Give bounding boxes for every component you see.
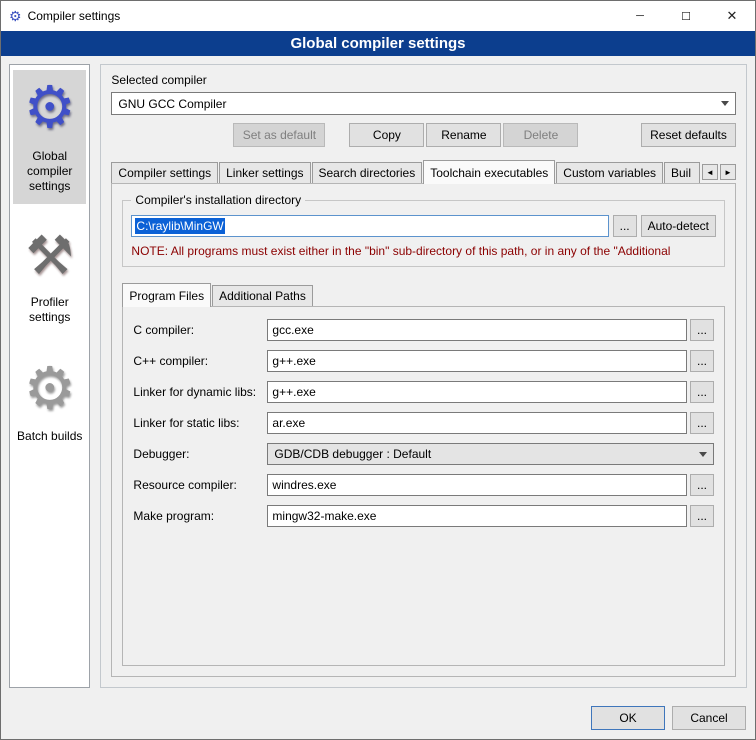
set-as-default-button[interactable]: Set as default	[233, 123, 325, 147]
window-title: Compiler settings	[28, 9, 121, 23]
dialog-content: ⚙ Global compiler settings ⚒ Profiler se…	[1, 56, 755, 696]
compiler-select-value: GNU GCC Compiler	[118, 97, 715, 111]
category-sidebar: ⚙ Global compiler settings ⚒ Profiler se…	[9, 64, 90, 688]
tab-program-files[interactable]: Program Files	[122, 283, 211, 307]
chevron-down-icon	[721, 101, 729, 106]
debugger-label: Debugger:	[133, 447, 267, 461]
sidebar-item-batch-builds[interactable]: ⚙ Batch builds	[13, 351, 86, 455]
cancel-button[interactable]: Cancel	[672, 706, 746, 730]
resource-compiler-row: Resource compiler: ...	[133, 474, 714, 496]
tab-compiler-settings[interactable]: Compiler settings	[111, 162, 218, 183]
app-gear-icon: ⚙	[9, 9, 22, 23]
main-panel: Selected compiler GNU GCC Compiler Set a…	[100, 64, 747, 688]
profiler-icon: ⚒	[26, 228, 74, 285]
cpp-compiler-input[interactable]	[267, 350, 687, 372]
static-linker-label: Linker for static libs:	[133, 416, 267, 430]
compiler-settings-dialog: { "window": { "title": "Compiler setting…	[0, 0, 756, 740]
ok-button[interactable]: OK	[591, 706, 665, 730]
cpp-compiler-browse-button[interactable]: ...	[690, 350, 714, 372]
static-linker-input[interactable]	[267, 412, 687, 434]
caption-buttons: ─ ☐ ✕	[617, 1, 755, 31]
c-compiler-label: C compiler:	[133, 323, 267, 337]
sidebar-item-label: Batch builds	[17, 429, 82, 444]
titlebar: ⚙ Compiler settings ─ ☐ ✕	[1, 1, 755, 31]
static-linker-browse-button[interactable]: ...	[690, 412, 714, 434]
make-program-label: Make program:	[133, 509, 267, 523]
gear-blue-icon: ⚙	[24, 78, 76, 139]
copy-button[interactable]: Copy	[349, 123, 424, 147]
minimize-button[interactable]: ─	[617, 1, 663, 31]
compiler-button-row: Set as default Copy Rename Delete Reset …	[111, 123, 736, 147]
program-files-tabbar: Program Files Additional Paths	[122, 283, 725, 306]
sidebar-item-label: Global compiler settings	[15, 149, 84, 194]
dynamic-linker-input[interactable]	[267, 381, 687, 403]
tab-scroll-left-icon[interactable]: ◄	[702, 164, 718, 180]
toolchain-page: Compiler's installation directory C:\ray…	[111, 183, 736, 677]
resource-compiler-browse-button[interactable]: ...	[690, 474, 714, 496]
tab-custom-variables[interactable]: Custom variables	[556, 162, 663, 183]
make-program-row: Make program: ...	[133, 505, 714, 527]
c-compiler-input[interactable]	[267, 319, 687, 341]
dynamic-linker-label: Linker for dynamic libs:	[133, 385, 267, 399]
gear-gray-icon: ⚙	[24, 359, 76, 420]
installation-directory-row: C:\raylib\MinGW ... Auto-detect	[131, 215, 716, 237]
dynamic-linker-row: Linker for dynamic libs: ...	[133, 381, 714, 403]
selected-compiler-label: Selected compiler	[111, 73, 736, 87]
c-compiler-row: C compiler: ...	[133, 319, 714, 341]
tab-additional-paths[interactable]: Additional Paths	[212, 285, 313, 306]
debugger-select-value: GDB/CDB debugger : Default	[274, 447, 693, 461]
auto-detect-button[interactable]: Auto-detect	[641, 215, 716, 237]
installation-directory-label: Compiler's installation directory	[131, 193, 305, 207]
maximize-button[interactable]: ☐	[663, 1, 709, 31]
reset-defaults-button[interactable]: Reset defaults	[641, 123, 736, 147]
rename-button[interactable]: Rename	[426, 123, 501, 147]
settings-tabbar: Compiler settings Linker settings Search…	[111, 160, 736, 183]
tab-scroll-right-icon[interactable]: ►	[720, 164, 736, 180]
make-program-browse-button[interactable]: ...	[690, 505, 714, 527]
sidebar-item-profiler-settings[interactable]: ⚒ Profiler settings	[13, 220, 86, 335]
page-title: Global compiler settings	[1, 31, 755, 56]
sidebar-item-global-compiler-settings[interactable]: ⚙ Global compiler settings	[13, 70, 86, 204]
tab-build-options[interactable]: Buil	[664, 162, 700, 183]
browse-directory-button[interactable]: ...	[613, 215, 637, 237]
tab-linker-settings[interactable]: Linker settings	[219, 162, 310, 183]
cpp-compiler-label: C++ compiler:	[133, 354, 267, 368]
c-compiler-browse-button[interactable]: ...	[690, 319, 714, 341]
tab-scrollers: ◄ ►	[702, 164, 736, 180]
debugger-select[interactable]: GDB/CDB debugger : Default	[267, 443, 714, 465]
resource-compiler-input[interactable]	[267, 474, 687, 496]
compiler-select[interactable]: GNU GCC Compiler	[111, 92, 736, 115]
tab-search-directories[interactable]: Search directories	[312, 162, 423, 183]
cpp-compiler-row: C++ compiler: ...	[133, 350, 714, 372]
close-button[interactable]: ✕	[709, 1, 755, 31]
program-files-panel: C compiler: ... C++ compiler: ... Linker…	[122, 306, 725, 666]
dynamic-linker-browse-button[interactable]: ...	[690, 381, 714, 403]
dialog-footer: OK Cancel	[1, 696, 755, 730]
tab-toolchain-executables[interactable]: Toolchain executables	[423, 160, 555, 184]
resource-compiler-label: Resource compiler:	[133, 478, 267, 492]
bin-subdirectory-note: NOTE: All programs must exist either in …	[131, 244, 716, 258]
chevron-down-icon	[699, 452, 707, 457]
installation-directory-input[interactable]: C:\raylib\MinGW	[131, 215, 608, 237]
static-linker-row: Linker for static libs: ...	[133, 412, 714, 434]
delete-button[interactable]: Delete	[503, 123, 578, 147]
installation-directory-group: Compiler's installation directory C:\ray…	[122, 200, 725, 267]
debugger-row: Debugger: GDB/CDB debugger : Default	[133, 443, 714, 465]
sidebar-item-label: Profiler settings	[15, 295, 84, 325]
make-program-input[interactable]	[267, 505, 687, 527]
installation-directory-value: C:\raylib\MinGW	[135, 218, 224, 234]
